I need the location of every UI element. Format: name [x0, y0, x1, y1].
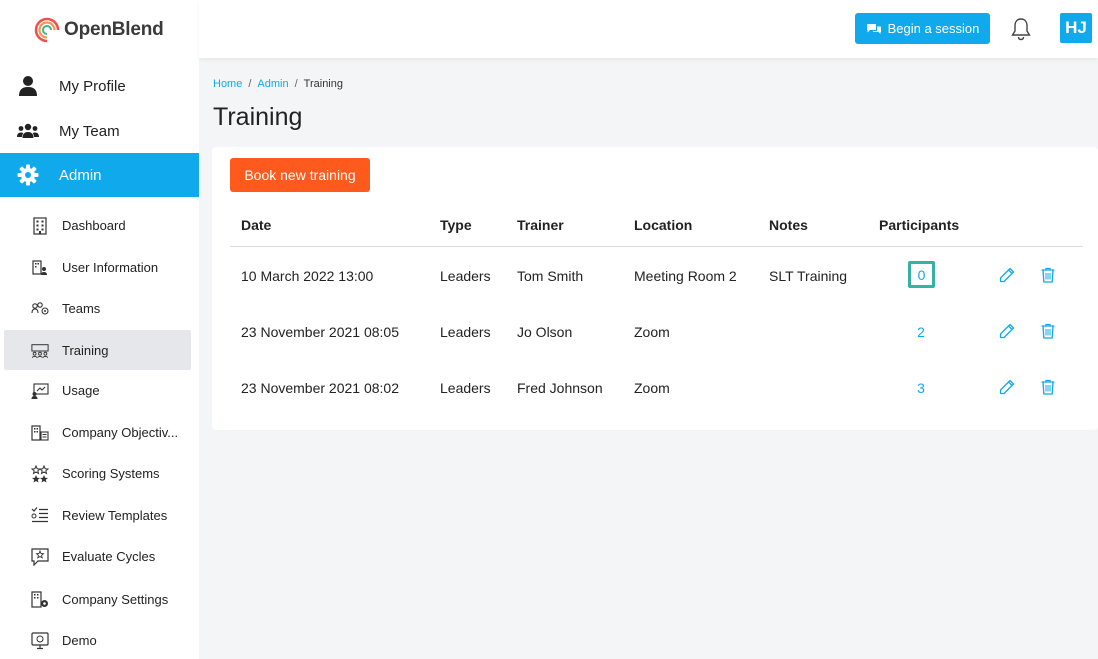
sidebar-item-scoring-systems[interactable]: Scoring Systems: [4, 453, 191, 493]
cell-date: 23 November 2021 08:05: [241, 324, 399, 340]
nav-my-profile[interactable]: My Profile: [0, 64, 199, 108]
trash-icon[interactable]: [1040, 267, 1056, 283]
template-icon: [31, 507, 49, 525]
sidebar-item-teams[interactable]: Teams: [4, 288, 191, 328]
bell-icon[interactable]: [1010, 17, 1032, 41]
building-icon: [31, 217, 49, 235]
pencil-icon[interactable]: [999, 379, 1015, 395]
table-header-divider: [230, 246, 1083, 247]
user-icon: [17, 75, 39, 97]
usage-icon: [31, 382, 49, 400]
sidebar-item-user-information[interactable]: User Information: [4, 247, 191, 287]
nav-label: Admin: [59, 166, 102, 184]
top-header: Begin a session HJ: [199, 0, 1098, 58]
sidebar-item-label: Demo: [62, 632, 97, 648]
chat-icon: [866, 23, 881, 34]
page-title: Training: [213, 103, 303, 131]
sidebar-item-label: Company Objectiv...: [62, 424, 179, 440]
begin-session-label: Begin a session: [887, 21, 980, 36]
sidebar-item-usage[interactable]: Usage: [4, 370, 191, 410]
column-header-notes: Notes: [769, 217, 808, 233]
cell-type: Leaders: [440, 380, 491, 396]
pencil-icon[interactable]: [999, 323, 1015, 339]
sidebar-item-evaluate-cycles[interactable]: Evaluate Cycles: [4, 536, 191, 576]
sidebar-item-label: Dashboard: [62, 217, 126, 233]
cell-location: Zoom: [634, 380, 670, 396]
users-icon: [17, 120, 39, 142]
user-avatar[interactable]: HJ: [1060, 13, 1092, 43]
sidebar-item-dashboard[interactable]: Dashboard: [4, 205, 191, 245]
teams-icon: [31, 300, 49, 318]
participants-link[interactable]: 3: [908, 380, 934, 396]
sidebar-item-label: Scoring Systems: [62, 465, 160, 481]
stars-icon: [31, 465, 49, 483]
openblend-logo-icon: [34, 17, 60, 43]
column-header-participants: Participants: [879, 217, 960, 233]
nav-admin[interactable]: Admin: [0, 153, 199, 197]
evaluate-icon: [31, 548, 49, 566]
column-header-location: Location: [634, 217, 693, 233]
cell-trainer: Jo Olson: [517, 324, 573, 340]
column-header-date: Date: [241, 217, 272, 233]
cell-date: 10 March 2022 13:00: [241, 268, 374, 284]
sidebar-item-demo[interactable]: Demo: [4, 620, 191, 659]
training-card: Book new training Date Type Trainer Loca…: [212, 147, 1098, 430]
sidebar-item-label: Teams: [62, 300, 101, 316]
column-header-trainer: Trainer: [517, 217, 564, 233]
begin-session-button[interactable]: Begin a session: [855, 13, 990, 44]
sidebar-item-company-settings[interactable]: Company Settings: [4, 579, 191, 619]
trash-icon[interactable]: [1040, 323, 1056, 339]
brand-name: OpenBlend: [64, 19, 164, 40]
sidebar-item-label: Review Templates: [62, 507, 168, 523]
cell-type: Leaders: [440, 268, 491, 284]
breadcrumb: Home / Admin / Training: [213, 78, 343, 90]
cell-notes: SLT Training: [769, 268, 848, 284]
column-header-type: Type: [440, 217, 472, 233]
sidebar-item-label: Company Settings: [62, 591, 169, 607]
cell-location: Meeting Room 2: [634, 268, 737, 284]
book-new-training-button[interactable]: Book new training: [230, 158, 370, 192]
breadcrumb-home[interactable]: Home: [213, 78, 242, 90]
breadcrumb-current: Training: [303, 78, 343, 90]
user-info-icon: [31, 259, 49, 277]
gear-icon: [17, 164, 39, 186]
sidebar: OpenBlend My Profile My Team Admin Dashb…: [0, 0, 199, 659]
sidebar-item-label: Usage: [62, 382, 100, 398]
cell-trainer: Tom Smith: [517, 268, 584, 284]
cell-type: Leaders: [440, 324, 491, 340]
nav-label: My Team: [59, 122, 120, 140]
cell-date: 23 November 2021 08:02: [241, 380, 399, 396]
sidebar-item-label: Evaluate Cycles: [62, 548, 156, 564]
company-settings-icon: [31, 591, 49, 609]
sidebar-item-label: Training: [62, 342, 109, 358]
sidebar-item-review-templates[interactable]: Review Templates: [4, 495, 191, 535]
sidebar-item-company-objectives[interactable]: Company Objectiv...: [4, 412, 191, 452]
monitor-icon: [31, 632, 49, 650]
cell-trainer: Fred Johnson: [517, 380, 603, 396]
participants-link[interactable]: 2: [908, 324, 934, 340]
logo[interactable]: OpenBlend: [34, 16, 164, 44]
trash-icon[interactable]: [1040, 379, 1056, 395]
cell-location: Zoom: [634, 324, 670, 340]
sidebar-item-label: User Information: [62, 259, 159, 275]
training-icon: [31, 342, 49, 360]
nav-my-team[interactable]: My Team: [0, 109, 199, 153]
objectives-icon: [31, 424, 49, 442]
participants-link[interactable]: 0: [908, 261, 935, 288]
nav-label: My Profile: [59, 77, 126, 95]
pencil-icon[interactable]: [999, 267, 1015, 283]
sidebar-item-training[interactable]: Training: [4, 330, 191, 370]
breadcrumb-admin[interactable]: Admin: [257, 78, 288, 90]
